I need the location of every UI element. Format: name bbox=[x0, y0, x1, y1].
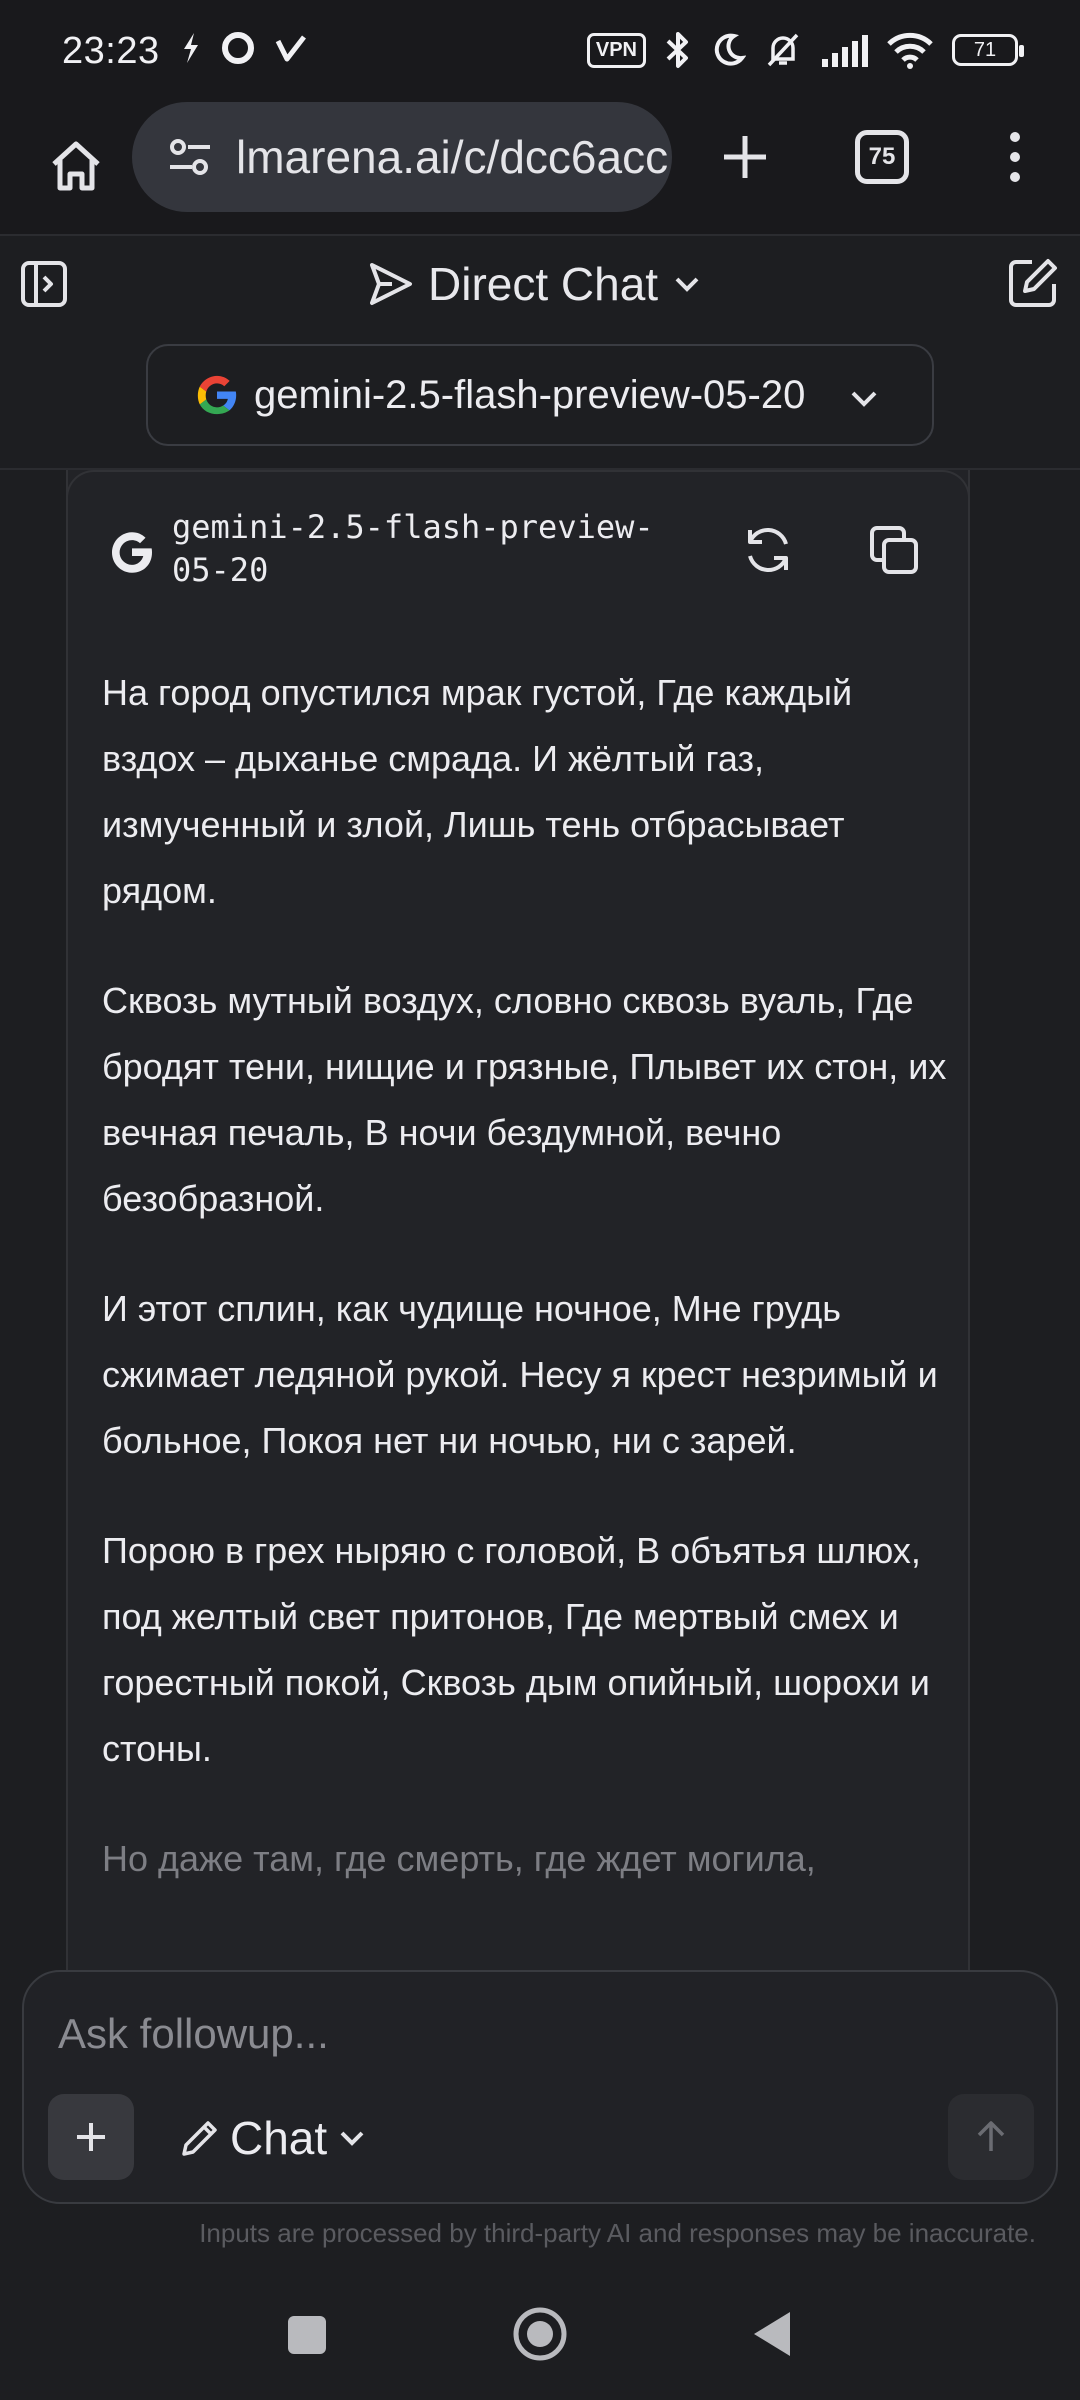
message-content: На город опустился мрак густой, Где кажд… bbox=[102, 660, 952, 1936]
poem-stanza: Но даже там, где смерть, где ждет могила… bbox=[102, 1838, 816, 1879]
chat-mode-label[interactable]: Direct Chat bbox=[428, 257, 658, 311]
model-selector[interactable]: gemini-2.5-flash-preview-05-20 bbox=[146, 344, 934, 446]
status-notification-icons bbox=[180, 30, 308, 66]
moon-icon bbox=[714, 33, 746, 66]
poem-stanza: Порою в грех ныряю с головой, В объятья … bbox=[102, 1530, 930, 1769]
sidebar-toggle-icon[interactable] bbox=[20, 260, 68, 308]
vpn-badge: VPN bbox=[586, 32, 646, 68]
nav-home-icon[interactable] bbox=[512, 2306, 568, 2362]
browser-toolbar: lmarena.ai/c/dcc6acc 75 bbox=[0, 100, 1080, 236]
new-chat-icon[interactable] bbox=[1006, 256, 1060, 310]
nav-back-icon[interactable] bbox=[752, 2310, 792, 2358]
send-icon bbox=[370, 263, 412, 305]
system-navigation-bar bbox=[0, 2272, 1080, 2400]
status-system-icons: VPN 71 bbox=[586, 30, 1024, 70]
google-g-icon bbox=[112, 532, 152, 573]
pencil-icon bbox=[182, 2121, 217, 2156]
new-tab-button[interactable] bbox=[705, 117, 785, 197]
arrow-up-icon bbox=[977, 2121, 1005, 2151]
poem-stanza: И этот сплин, как чудище ночное, Мне гру… bbox=[102, 1288, 938, 1461]
menu-dot-icon bbox=[1010, 152, 1020, 162]
google-logo-icon bbox=[197, 375, 237, 415]
copy-icon[interactable] bbox=[866, 522, 922, 578]
battery-indicator: 71 bbox=[952, 34, 1024, 66]
chat-mode-dropdown[interactable]: Chat bbox=[180, 2106, 367, 2170]
composer: Ask followup... Chat bbox=[22, 1970, 1058, 2204]
disclaimer-text: Inputs are processed by third-party AI a… bbox=[199, 2218, 1036, 2248]
message-model-name: gemini-2.5-flash-preview-05-20 bbox=[172, 508, 654, 589]
selected-model-name[interactable]: gemini-2.5-flash-preview-05-20 bbox=[254, 373, 805, 418]
signal-icon bbox=[822, 35, 868, 67]
menu-dot-icon bbox=[1010, 132, 1020, 142]
home-button[interactable] bbox=[36, 126, 116, 206]
poem-stanza: На город опустился мрак густой, Где кажд… bbox=[102, 672, 853, 911]
attach-button[interactable] bbox=[48, 2094, 134, 2180]
regenerate-icon[interactable] bbox=[740, 522, 796, 578]
send-button[interactable] bbox=[948, 2094, 1034, 2180]
recents-button[interactable] bbox=[288, 2316, 326, 2354]
menu-dot-icon bbox=[1010, 172, 1020, 182]
assistant-message-card: gemini-2.5-flash-preview-05-20 На город … bbox=[66, 470, 970, 1970]
site-settings-icon[interactable] bbox=[166, 133, 214, 181]
plus-icon bbox=[77, 2123, 105, 2151]
chat-area[interactable]: gemini-2.5-flash-preview-05-20 На город … bbox=[0, 470, 1080, 1970]
chevron-down-icon bbox=[675, 277, 699, 292]
bell-muted-icon bbox=[767, 33, 799, 67]
tab-switcher-button[interactable]: 75 bbox=[855, 130, 909, 184]
wifi-icon bbox=[887, 32, 933, 69]
poem-stanza: Сквозь мутный воздух, словно сквозь вуал… bbox=[102, 980, 947, 1219]
status-bar: 23:23 VPN 71 bbox=[0, 0, 1080, 100]
followup-input[interactable]: Ask followup... bbox=[58, 2010, 329, 2058]
app-header: Direct Chat gemini-2.5-flash-preview-05-… bbox=[0, 238, 1080, 470]
browser-menu-button[interactable] bbox=[990, 117, 1040, 197]
plus-icon bbox=[724, 136, 766, 178]
chevron-down-icon bbox=[340, 2131, 364, 2146]
chevron-down-icon bbox=[851, 391, 877, 407]
bluetooth-icon bbox=[666, 32, 688, 68]
chat-mode-label[interactable]: Chat bbox=[230, 2111, 327, 2165]
home-icon bbox=[52, 141, 100, 191]
ring-notification-icon bbox=[222, 32, 254, 64]
url-text[interactable]: lmarena.ai/c/dcc6acc bbox=[236, 130, 668, 184]
status-time: 23:23 bbox=[62, 30, 160, 72]
chat-mode-selector[interactable]: Direct Chat bbox=[368, 252, 702, 316]
check-notification-icon bbox=[275, 35, 306, 62]
charging-bolt-icon bbox=[184, 33, 198, 63]
address-bar[interactable]: lmarena.ai/c/dcc6acc bbox=[132, 102, 672, 212]
